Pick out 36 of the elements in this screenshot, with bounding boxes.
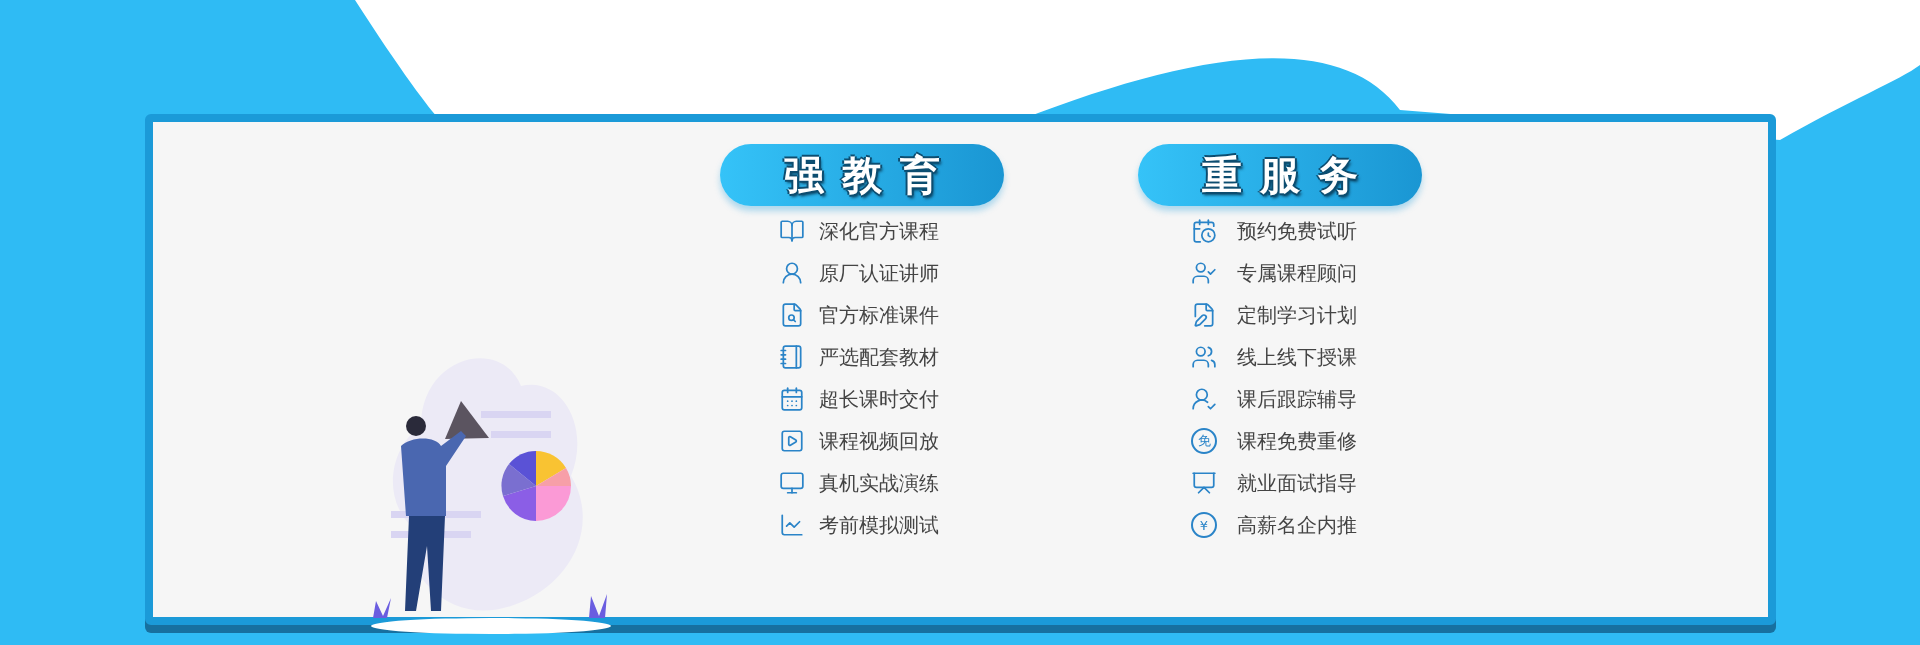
feature-label: 定制学习计划 <box>1237 301 1357 329</box>
feature-icon <box>779 386 805 412</box>
feature-label: 课后跟踪辅导 <box>1237 385 1357 413</box>
feature-label: 线上线下授课 <box>1237 343 1357 371</box>
feature-icon <box>1191 386 1217 412</box>
feature-icon <box>779 428 805 454</box>
circle-badge-icon: 免 <box>1191 428 1217 454</box>
feature-label: 课程视频回放 <box>819 427 939 455</box>
feature-label: 超长课时交付 <box>819 385 939 413</box>
feature-icon <box>1191 344 1217 370</box>
feature-label: 高薪名企内推 <box>1237 511 1357 539</box>
feature-label: 就业面试指导 <box>1237 469 1357 497</box>
feature-icon <box>1191 470 1217 496</box>
feature-icon <box>1191 302 1217 328</box>
feature-label: 严选配套教材 <box>819 343 939 371</box>
feature-icon <box>1191 260 1217 286</box>
plant-drawing <box>589 594 607 618</box>
feature-icon <box>779 512 805 538</box>
feature-label: 课程免费重修 <box>1237 427 1357 455</box>
feature-label: 深化官方课程 <box>819 217 939 245</box>
feature-icon <box>779 470 805 496</box>
feature-label: 专属课程顾问 <box>1237 259 1357 287</box>
circle-badge-icon: ¥ <box>1191 512 1217 538</box>
section-title: 重服务 <box>1138 144 1422 206</box>
feature-label: 官方标准课件 <box>819 301 939 329</box>
feature-icon <box>779 344 805 370</box>
feature-label: 预约免费试听 <box>1237 217 1357 245</box>
feature-icon <box>1191 218 1217 244</box>
feature-icon <box>779 302 805 328</box>
triangle-shape <box>445 401 489 439</box>
feature-label: 真机实战演练 <box>819 469 939 497</box>
section-title: 强教育 <box>720 144 1004 206</box>
plant-drawing <box>373 598 391 618</box>
feature-label: 考前模拟测试 <box>819 511 939 539</box>
feature-label: 原厂认证讲师 <box>819 259 939 287</box>
feature-icon <box>779 218 805 244</box>
